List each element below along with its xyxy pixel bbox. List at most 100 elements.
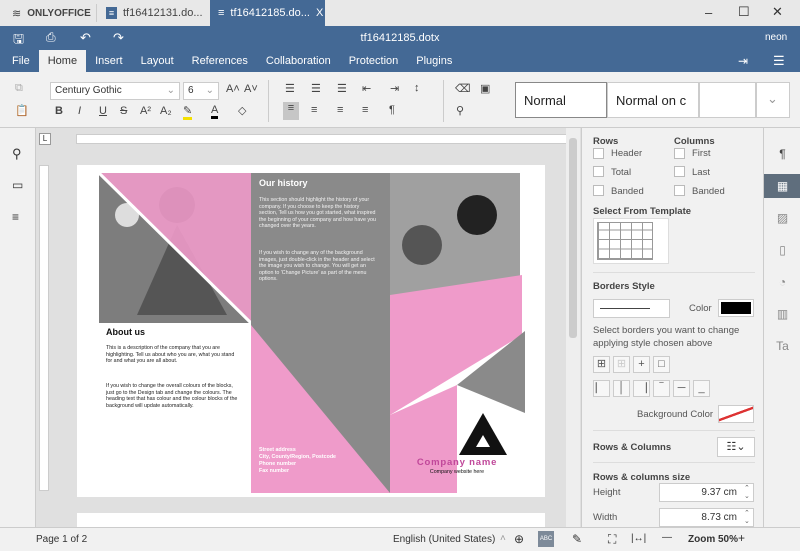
- clear-style-icon[interactable]: ⌫: [455, 82, 471, 95]
- document-page[interactable]: Our history This section should highligh…: [77, 165, 545, 497]
- align-right-icon[interactable]: ≡: [337, 104, 343, 116]
- style-normal[interactable]: Normal: [515, 82, 607, 118]
- save-icon[interactable]: 🖫: [13, 30, 24, 52]
- close-tab-icon[interactable]: X: [316, 7, 323, 19]
- italic-icon[interactable]: I: [78, 105, 81, 117]
- chart-settings-icon[interactable]: ▥: [764, 302, 800, 326]
- fit-page-icon[interactable]: ⛶: [608, 532, 616, 547]
- close-window-button[interactable]: ✕: [772, 4, 783, 20]
- text-art-settings-icon[interactable]: Ta: [764, 334, 800, 358]
- maximize-button[interactable]: ☐: [738, 4, 750, 20]
- bottom-border-button[interactable]: _: [693, 380, 710, 397]
- top-border-button[interactable]: ‾: [653, 380, 670, 397]
- increase-indent-icon[interactable]: ⇥: [390, 82, 399, 95]
- outer-borders-button[interactable]: □: [653, 356, 670, 373]
- height-spinner[interactable]: ⌃⌄: [744, 484, 750, 500]
- document-page-2[interactable]: [77, 513, 545, 527]
- redo-icon[interactable]: ↷: [113, 30, 124, 46]
- styles-dropdown[interactable]: ⌄: [756, 82, 790, 118]
- menu-insert[interactable]: Insert: [86, 50, 132, 72]
- chevron-up-icon[interactable]: ˄: [500, 533, 506, 544]
- undo-icon[interactable]: ↶: [80, 30, 91, 46]
- decrease-font-icon[interactable]: A˅: [244, 83, 258, 95]
- right-border-button[interactable]: ⎹: [633, 380, 650, 397]
- document-tab-2[interactable]: ≡ tf16412185.do... X: [210, 0, 325, 26]
- header-footer-settings-icon[interactable]: ▯: [764, 238, 800, 262]
- shading-icon[interactable]: ◇: [238, 104, 246, 117]
- inner-horizontal-border-button[interactable]: ─: [673, 380, 690, 397]
- no-borders-button[interactable]: ⊞: [613, 356, 630, 373]
- menu-home[interactable]: Home: [39, 50, 86, 72]
- color-scheme-icon[interactable]: ▣: [480, 82, 490, 95]
- inner-vertical-border-button[interactable]: │: [613, 380, 630, 397]
- bullets-icon[interactable]: ☰: [285, 82, 295, 95]
- tab-stop-selector[interactable]: L: [39, 133, 51, 145]
- shape-settings-icon[interactable]: ◔: [764, 270, 800, 294]
- page-indicator[interactable]: Page 1 of 2: [36, 534, 87, 545]
- column-width-input[interactable]: 8.73 cm: [659, 508, 754, 527]
- zoom-out-icon[interactable]: —: [662, 532, 672, 543]
- vertical-ruler[interactable]: [39, 165, 49, 491]
- menu-layout[interactable]: Layout: [132, 50, 183, 72]
- spellcheck-icon[interactable]: ABC: [538, 531, 554, 547]
- underline-icon[interactable]: U: [99, 105, 107, 117]
- copy-icon[interactable]: ⧉: [15, 82, 23, 95]
- menu-references[interactable]: References: [183, 50, 257, 72]
- scrollbar-thumb[interactable]: [569, 138, 577, 338]
- border-style-select[interactable]: [593, 299, 670, 318]
- onlyoffice-home-tab[interactable]: ≋ ONLYOFFICE: [4, 0, 99, 26]
- width-spinner[interactable]: ⌃⌄: [744, 509, 750, 525]
- strikethrough-icon[interactable]: S: [120, 105, 127, 117]
- style-normal-on-color[interactable]: Normal on c: [607, 82, 699, 118]
- align-center-icon[interactable]: ≡: [311, 104, 317, 116]
- menu-plugins[interactable]: Plugins: [407, 50, 461, 72]
- hamburger-menu-icon[interactable]: ☰: [773, 53, 785, 69]
- border-color-picker[interactable]: [718, 299, 754, 317]
- multilevel-icon[interactable]: ☰: [337, 82, 347, 95]
- banded-columns-checkbox[interactable]: [674, 185, 685, 196]
- table-template-picker[interactable]: [593, 218, 669, 264]
- globe-icon[interactable]: ⊕: [514, 532, 524, 546]
- numbering-icon[interactable]: ☰: [311, 82, 321, 95]
- row-height-input[interactable]: 9.37 cm: [659, 483, 754, 502]
- menu-collaboration[interactable]: Collaboration: [257, 50, 340, 72]
- align-left-icon[interactable]: ≡: [283, 102, 299, 120]
- header-row-checkbox[interactable]: [593, 148, 604, 159]
- fit-width-icon[interactable]: |↔|: [631, 533, 646, 544]
- paragraph-settings-icon[interactable]: ¶: [764, 142, 800, 166]
- background-color-picker[interactable]: [718, 405, 754, 423]
- track-changes-icon[interactable]: ✎: [572, 532, 582, 546]
- zoom-in-icon[interactable]: +: [738, 531, 745, 545]
- highlight-icon[interactable]: ✎: [183, 104, 192, 120]
- font-family-select[interactable]: Century Gothic⌄: [50, 82, 180, 100]
- paste-icon[interactable]: 📋: [15, 104, 29, 117]
- copy-style-icon[interactable]: ⚲: [456, 104, 464, 117]
- document-tab-1[interactable]: ≡ tf16412131.do...: [98, 0, 211, 26]
- table-settings-icon[interactable]: ▦: [764, 174, 800, 198]
- language-select[interactable]: English (United States): [393, 534, 495, 545]
- open-location-icon[interactable]: ⇥: [738, 54, 748, 68]
- vertical-scrollbar[interactable]: [566, 128, 580, 527]
- bold-icon[interactable]: B: [55, 105, 63, 117]
- style-empty[interactable]: [699, 82, 756, 118]
- font-size-select[interactable]: 6⌄: [183, 82, 219, 100]
- banded-rows-checkbox[interactable]: [593, 185, 604, 196]
- subscript-icon[interactable]: A₂: [160, 105, 172, 117]
- menu-file[interactable]: File: [3, 50, 39, 72]
- inner-borders-button[interactable]: +: [633, 356, 650, 373]
- horizontal-ruler[interactable]: [76, 134, 569, 144]
- image-settings-icon[interactable]: ▨: [764, 206, 800, 230]
- increase-font-icon[interactable]: A˄: [226, 83, 240, 95]
- first-column-checkbox[interactable]: [674, 148, 685, 159]
- rows-columns-dropdown[interactable]: ☷⌄: [717, 437, 755, 457]
- line-spacing-icon[interactable]: ↕: [414, 82, 420, 94]
- comments-icon[interactable]: ▭: [12, 178, 23, 192]
- minimize-button[interactable]: –: [705, 5, 712, 20]
- left-border-button[interactable]: ⎸: [593, 380, 610, 397]
- navigation-icon[interactable]: ≡: [12, 210, 19, 224]
- last-column-checkbox[interactable]: [674, 166, 685, 177]
- menu-protection[interactable]: Protection: [340, 50, 408, 72]
- paragraph-marks-icon[interactable]: ¶: [389, 104, 395, 116]
- all-borders-button[interactable]: ⊞: [593, 356, 610, 373]
- font-color-icon[interactable]: A: [211, 104, 218, 119]
